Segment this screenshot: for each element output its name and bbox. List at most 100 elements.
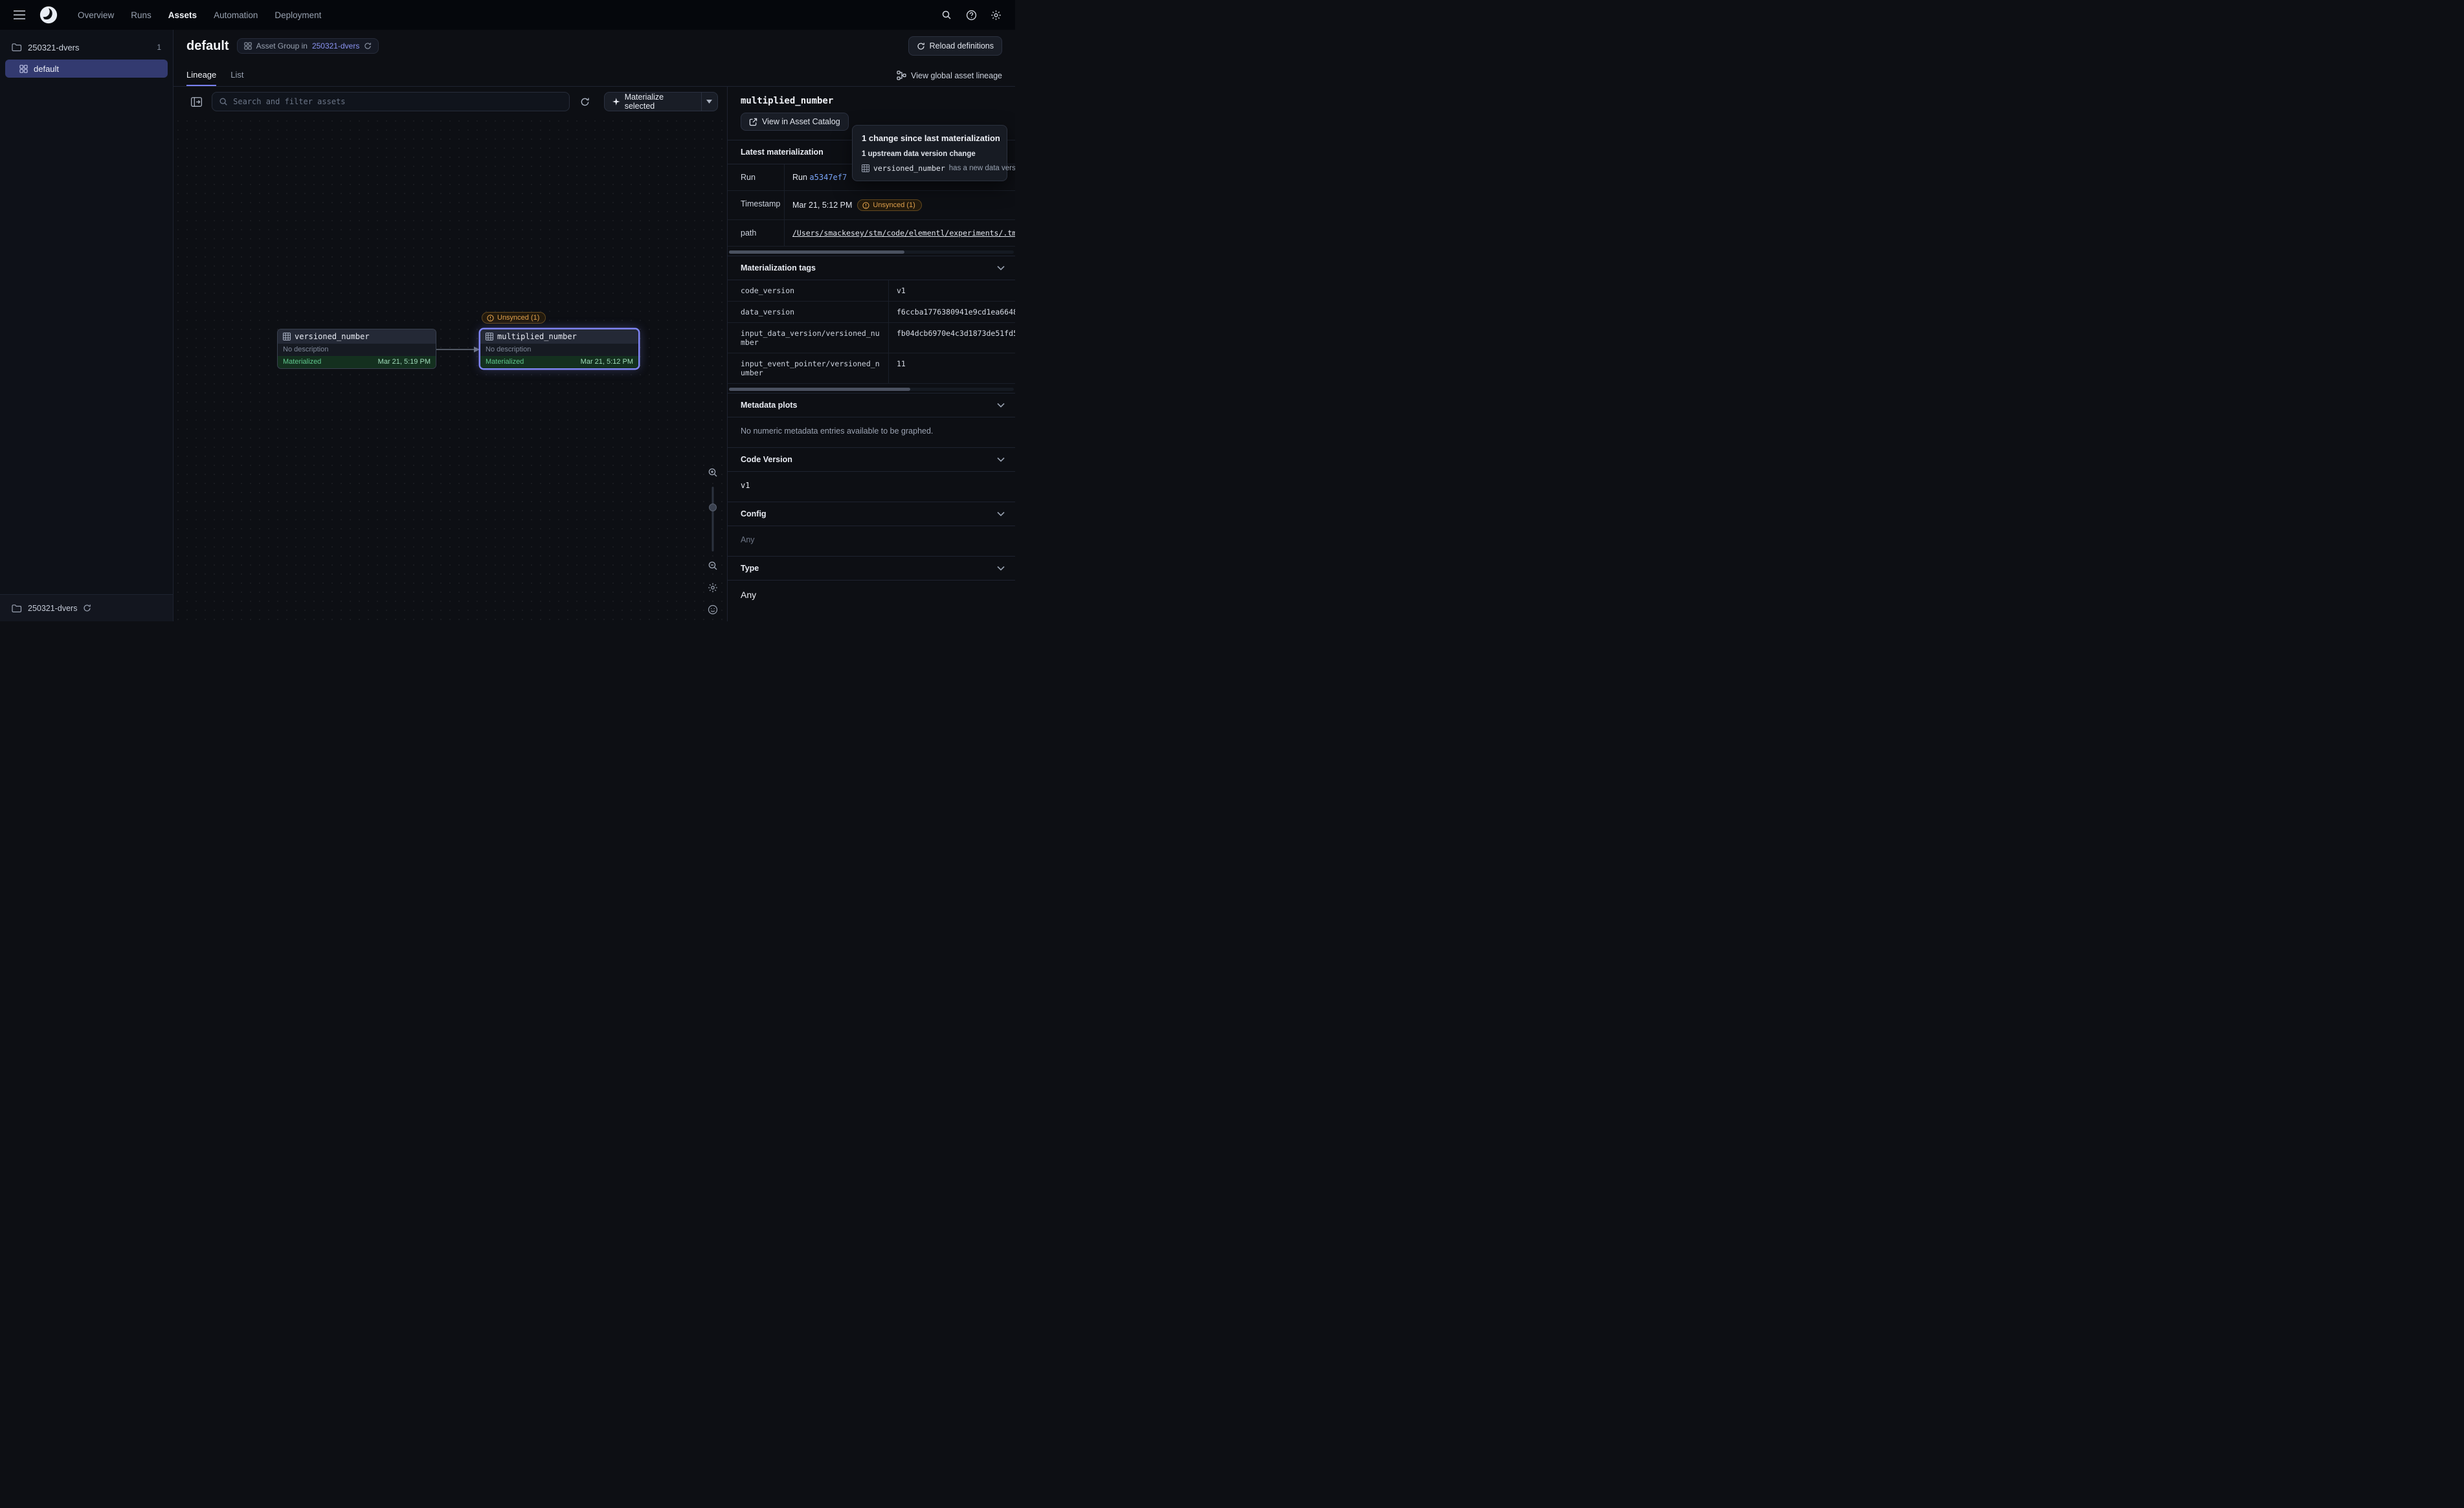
lineage-graph-icon [897, 71, 906, 80]
row-value-timestamp: Mar 21, 5:12 PM Unsynced (1) [785, 191, 1015, 220]
panel-asset-title: multiplied_number [728, 87, 1015, 113]
chevron-down-icon [997, 265, 1005, 271]
sparkle-icon [612, 98, 620, 105]
view-global-asset-lineage-link[interactable]: View global asset lineage [897, 71, 1002, 86]
panel-expand-icon [191, 97, 202, 107]
materialize-options-button[interactable] [701, 93, 717, 111]
horizontal-scrollbar [728, 385, 1015, 393]
zoom-slider-thumb[interactable] [709, 504, 717, 511]
horizontal-scrollbar [728, 248, 1015, 256]
nav-item-automation[interactable]: Automation [214, 10, 258, 20]
asset-search [212, 92, 570, 111]
path-link[interactable]: /Users/smackesey/stm/code/elementl/exper… [792, 228, 1015, 238]
sidebar-group-count: 1 [157, 43, 161, 52]
help-button[interactable] [962, 6, 980, 24]
settings-button[interactable] [987, 6, 1005, 24]
zoom-in-button[interactable] [705, 465, 721, 480]
primary-nav: Overview Runs Assets Automation Deployme… [78, 10, 321, 20]
asset-details-panel: multiplied_number View in Asset Catalog … [727, 87, 1015, 621]
row-label-run: Run [728, 164, 785, 191]
nav-item-overview[interactable]: Overview [78, 10, 114, 20]
asset-group-badge: Asset Group in 250321-dvers [237, 38, 379, 54]
sidebar-footer-label: 250321-dvers [28, 604, 77, 613]
code-version-value: v1 [728, 472, 1015, 502]
table-icon [862, 164, 869, 172]
unsynced-badge: Unsynced (1) [482, 312, 546, 324]
nav-item-deployment[interactable]: Deployment [274, 10, 321, 20]
lineage-edge [435, 346, 482, 353]
chevron-down-icon [997, 403, 1005, 408]
popover-message: has a new data version [949, 164, 1015, 172]
asset-group-icon [19, 65, 28, 73]
unsynced-badge-label: Unsynced (1) [497, 314, 539, 322]
nav-item-assets[interactable]: Assets [168, 10, 197, 20]
run-prefix: Run [792, 173, 807, 182]
toggle-sidebar-button[interactable] [188, 93, 205, 111]
chevron-down-icon [997, 566, 1005, 571]
tag-key: input_event_pointer/versioned_number [728, 353, 889, 384]
zoom-out-icon [708, 560, 718, 571]
metadata-plots-empty-text: No numeric metadata entries available to… [728, 417, 1015, 447]
asset-node-multiplied-number[interactable]: multiplied_number No description Materia… [480, 329, 639, 369]
asset-node-versioned-number[interactable]: versioned_number No description Material… [277, 329, 436, 369]
changes-popover: 1 change since last materialization 1 up… [852, 125, 1007, 181]
section-heading-label: Metadata plots [741, 401, 798, 410]
search-icon [219, 97, 228, 106]
badge-code-location-link[interactable]: 250321-dvers [312, 41, 359, 50]
section-header-materialization-tags[interactable]: Materialization tags [728, 256, 1015, 280]
smiley-icon [708, 604, 718, 615]
tag-value: f6ccba1776380941e9cd1ea66481d [889, 302, 1015, 323]
section-header-config[interactable]: Config [728, 502, 1015, 526]
top-nav: Overview Runs Assets Automation Deployme… [0, 0, 1015, 30]
tab-lineage[interactable]: Lineage [186, 70, 216, 86]
section-heading-label: Config [741, 509, 767, 518]
section-header-code-version[interactable]: Code Version [728, 447, 1015, 472]
search-input[interactable] [233, 97, 563, 106]
asset-node-name: versioned_number [295, 332, 370, 341]
chevron-down-icon [997, 511, 1005, 516]
reload-definitions-button[interactable]: Reload definitions [908, 36, 1002, 56]
tag-key: data_version [728, 302, 889, 323]
materialization-tags-table: code_version v1 data_version f6ccba17763… [728, 280, 1015, 384]
zoom-out-button[interactable] [705, 558, 721, 573]
graph-settings-button[interactable] [705, 580, 721, 595]
section-heading-label: Materialization tags [741, 263, 816, 272]
tab-list[interactable]: List [230, 70, 243, 86]
zoom-slider[interactable] [708, 487, 717, 551]
tag-value: v1 [889, 280, 1015, 302]
menu-button[interactable] [10, 6, 28, 24]
external-link-icon [749, 118, 757, 126]
asset-node-timestamp: Mar 21, 5:19 PM [378, 358, 431, 366]
table-icon [486, 333, 493, 340]
materialize-split-button: Materialize selected [604, 92, 718, 111]
refresh-icon [83, 604, 91, 612]
dagster-logo[interactable] [39, 5, 58, 25]
section-heading-label: Type [741, 564, 759, 573]
popover-asset-name[interactable]: versioned_number [873, 164, 945, 173]
topnav-actions [937, 6, 1005, 24]
refresh-icon [580, 97, 590, 107]
refresh-icon[interactable] [364, 42, 372, 50]
run-id-link[interactable]: a5347ef7 [809, 173, 847, 182]
gear-icon [991, 10, 1002, 21]
sidebar-group-250321-dvers[interactable]: 250321-dvers 1 [0, 36, 173, 58]
reload-location-button[interactable] [83, 604, 91, 612]
refresh-graph-button[interactable] [576, 93, 594, 111]
view-in-asset-catalog-button[interactable]: View in Asset Catalog [741, 113, 849, 131]
asset-graph-canvas[interactable]: Unsynced (1) versioned_number No descrip… [174, 116, 727, 621]
sidebar-item-default[interactable]: default [5, 60, 168, 78]
section-header-type[interactable]: Type [728, 556, 1015, 581]
asset-node-timestamp: Mar 21, 5:12 PM [581, 358, 633, 366]
nav-item-runs[interactable]: Runs [131, 10, 151, 20]
badge-prefix: Asset Group in [256, 41, 308, 50]
section-header-metadata-plots[interactable]: Metadata plots [728, 393, 1015, 417]
gear-icon [708, 582, 718, 593]
unsynced-badge: Unsynced (1) [857, 199, 921, 211]
materialize-selected-button[interactable]: Materialize selected [605, 93, 701, 111]
row-label-path: path [728, 220, 785, 247]
scrollbar-thumb[interactable] [729, 388, 910, 391]
search-button[interactable] [937, 6, 956, 24]
popover-title: 1 change since last materialization [862, 133, 998, 143]
feedback-button[interactable] [705, 602, 721, 617]
scrollbar-thumb[interactable] [729, 250, 904, 254]
